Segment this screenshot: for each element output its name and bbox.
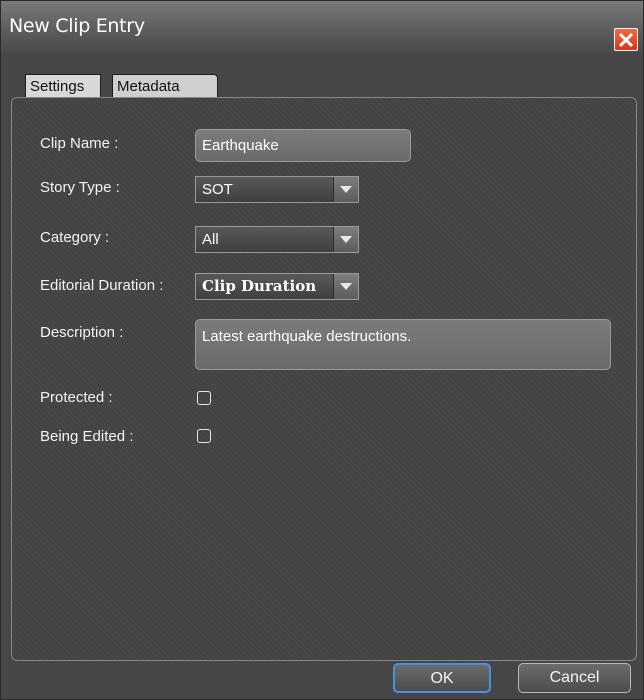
- protected-label: Protected :: [40, 389, 113, 406]
- editorial-duration-dropdown[interactable]: Clip Duration: [195, 273, 359, 300]
- editorial-duration-value: Clip Duration: [202, 277, 317, 295]
- title-bar[interactable]: New Clip Entry: [1, 1, 643, 53]
- window-title: New Clip Entry: [9, 15, 145, 37]
- story-type-label: Story Type :: [40, 179, 120, 196]
- story-type-dropdown[interactable]: SOT: [195, 176, 359, 203]
- description-label: Description :: [40, 324, 124, 341]
- category-dropdown[interactable]: All: [195, 226, 359, 253]
- tab-settings[interactable]: Settings: [25, 74, 101, 99]
- being-edited-checkbox[interactable]: [197, 429, 211, 443]
- protected-checkbox[interactable]: [197, 391, 211, 405]
- clip-name-field[interactable]: Earthquake: [195, 129, 411, 162]
- cancel-button[interactable]: Cancel: [518, 663, 631, 693]
- close-icon: [618, 32, 634, 48]
- chevron-down-icon: [340, 186, 352, 193]
- dropdown-arrow[interactable]: [333, 177, 358, 202]
- ok-button[interactable]: OK: [393, 663, 491, 693]
- editorial-duration-label: Editorial Duration :: [40, 277, 164, 294]
- close-button[interactable]: [614, 28, 638, 51]
- category-value: All: [202, 231, 219, 248]
- clip-name-label: Clip Name :: [40, 135, 119, 152]
- chevron-down-icon: [340, 236, 352, 243]
- description-field[interactable]: Latest earthquake destructions.: [195, 319, 611, 370]
- dropdown-arrow[interactable]: [333, 227, 358, 252]
- dropdown-arrow[interactable]: [333, 274, 358, 299]
- tab-metadata[interactable]: Metadata: [112, 74, 218, 97]
- story-type-value: SOT: [202, 181, 233, 198]
- category-label: Category :: [40, 229, 110, 246]
- new-clip-entry-dialog: New Clip Entry Settings Metadata Clip Na…: [0, 0, 644, 700]
- description-value: Latest earthquake destructions.: [202, 328, 412, 345]
- being-edited-label: Being Edited :: [40, 428, 134, 445]
- clip-name-value: Earthquake: [202, 137, 279, 154]
- chevron-down-icon: [340, 283, 352, 290]
